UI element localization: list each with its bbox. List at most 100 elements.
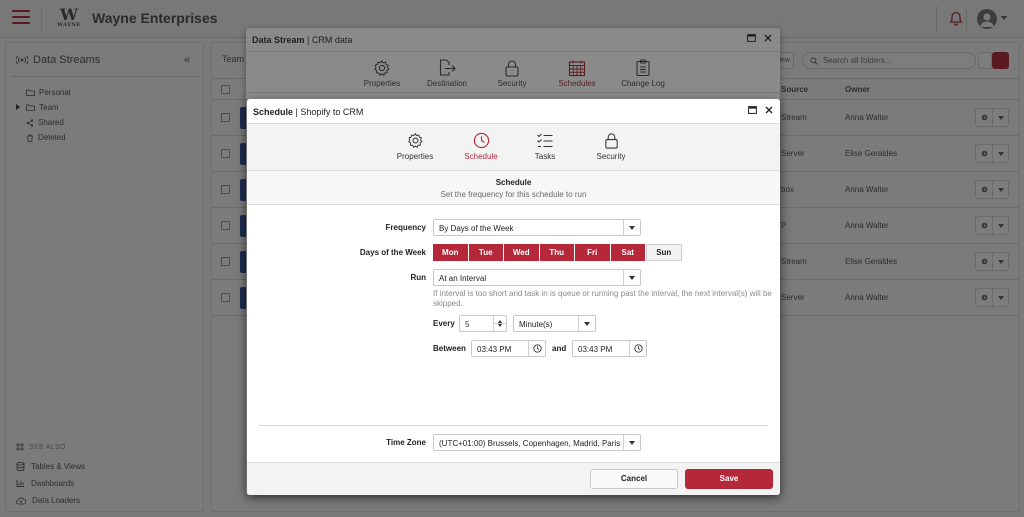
chevron-down-icon[interactable] [993, 109, 1008, 126]
interval-stepper[interactable]: 5 [459, 315, 507, 332]
interval-unit-select[interactable]: Minute(s) [513, 315, 596, 332]
folder-search-input[interactable]: Search all folders... [802, 52, 976, 69]
chevron-down-icon[interactable] [578, 316, 595, 331]
close-icon[interactable] [764, 34, 772, 42]
day-fri[interactable]: Fri [575, 244, 611, 261]
tab-label: Schedules [558, 79, 596, 88]
gear-icon[interactable] [976, 217, 993, 234]
chevron-down-icon[interactable] [623, 435, 640, 450]
stepper-arrows [493, 316, 506, 331]
tab-team[interactable]: Team [222, 54, 244, 64]
clock-icon[interactable] [629, 341, 646, 356]
tab-security[interactable]: Security [494, 59, 530, 88]
search-placeholder: Search all folders... [823, 56, 892, 65]
chevron-down-icon[interactable] [993, 253, 1008, 270]
row-checkbox[interactable] [221, 221, 230, 230]
row-owner: Anna Walter [845, 185, 889, 194]
run-label: Run [410, 273, 426, 282]
start-time-field[interactable]: 03:43 PM [471, 340, 546, 357]
gear-icon[interactable] [976, 289, 993, 306]
tab-security[interactable]: Security [593, 132, 629, 161]
run-select[interactable]: At an Interval [433, 269, 641, 286]
divider [11, 76, 198, 77]
tree-item-personal[interactable]: Personal [16, 85, 71, 100]
day-thu[interactable]: Thu [539, 244, 575, 261]
chevron-down-icon[interactable] [993, 181, 1008, 198]
increment-icon[interactable] [494, 316, 506, 323]
tab-schedules[interactable]: Schedules [556, 59, 598, 88]
link-dashboards[interactable]: Dashboards [16, 475, 85, 492]
link-data-loaders[interactable]: Data Loaders [16, 492, 85, 509]
maximize-icon[interactable] [747, 34, 756, 42]
clock-icon[interactable] [528, 341, 545, 356]
data-stream-tabs: Properties Destination Security Schedule… [246, 51, 780, 93]
column-owner[interactable]: Owner [845, 85, 870, 94]
select-all-checkbox[interactable] [221, 85, 230, 94]
row-checkbox[interactable] [221, 149, 230, 158]
expand-caret-icon[interactable] [16, 104, 20, 110]
chevron-down-icon[interactable] [993, 145, 1008, 162]
collapse-panel-icon[interactable]: « [184, 54, 190, 66]
tab-label: Schedule [464, 152, 498, 161]
tree-item-deleted[interactable]: Deleted [16, 130, 71, 145]
modal-title-bold: Schedule [253, 107, 294, 117]
schedule-modal: Schedule | Shopify to CRM Properties Sch… [247, 99, 780, 495]
gear-icon[interactable] [976, 109, 993, 126]
link-label: Tables & Views [31, 462, 86, 471]
tab-tasks[interactable]: Tasks [530, 132, 560, 161]
timezone-select[interactable]: (UTC+01:00) Brussels, Copenhagen, Madrid… [433, 434, 641, 451]
gear-icon[interactable] [976, 181, 993, 198]
notifications-bell-icon[interactable] [949, 11, 963, 26]
calendar-icon [568, 60, 586, 77]
section-subtitle: Set the frequency for this schedule to r… [440, 190, 587, 199]
row-actions[interactable] [975, 180, 1009, 199]
tree-item-shared[interactable]: Shared [16, 115, 71, 130]
row-checkbox[interactable] [221, 113, 230, 122]
chevron-down-icon[interactable] [1001, 16, 1007, 20]
day-wed[interactable]: Wed [504, 244, 540, 261]
row-actions[interactable] [975, 288, 1009, 307]
gear-icon[interactable] [976, 145, 993, 162]
row-checkbox[interactable] [221, 257, 230, 266]
tab-label: Change Log [621, 79, 665, 88]
chevron-down-icon[interactable] [623, 220, 640, 235]
tab-destination[interactable]: Destination [422, 59, 472, 88]
column-source[interactable]: Source [781, 85, 808, 94]
gear-icon[interactable] [976, 253, 993, 270]
hamburger-menu-icon[interactable] [12, 10, 30, 26]
chevron-down-icon[interactable] [993, 289, 1008, 306]
decrement-icon[interactable] [494, 323, 506, 330]
chevron-down-icon[interactable] [993, 217, 1008, 234]
day-tue[interactable]: Tue [468, 244, 504, 261]
row-source: Stream [781, 113, 807, 122]
every-label: Every [433, 319, 455, 328]
day-mon[interactable]: Mon [433, 244, 469, 261]
row-actions[interactable] [975, 108, 1009, 127]
day-sat[interactable]: Sat [610, 244, 646, 261]
link-tables-views[interactable]: Tables & Views [16, 458, 85, 475]
row-owner: Anna Walter [845, 293, 889, 302]
user-avatar[interactable] [977, 9, 997, 29]
chevron-down-icon[interactable] [623, 270, 640, 285]
tree-item-team[interactable]: Team [16, 100, 71, 115]
save-button[interactable]: Save [685, 469, 773, 489]
row-checkbox[interactable] [221, 293, 230, 302]
tab-properties[interactable]: Properties [361, 59, 403, 88]
close-icon[interactable] [765, 106, 773, 114]
row-actions[interactable] [975, 216, 1009, 235]
day-sun[interactable]: Sun [646, 244, 682, 261]
row-actions[interactable] [975, 252, 1009, 271]
tab-change-log[interactable]: Change Log [620, 59, 666, 88]
folder-filter-button[interactable] [992, 52, 1009, 69]
tab-schedule[interactable]: Schedule [461, 132, 501, 161]
row-actions[interactable] [975, 144, 1009, 163]
maximize-icon[interactable] [748, 106, 757, 114]
row-checkbox[interactable] [221, 185, 230, 194]
end-time-field[interactable]: 03:43 PM [572, 340, 647, 357]
tab-properties[interactable]: Properties [394, 132, 436, 161]
frequency-select[interactable]: By Days of the Week [433, 219, 641, 236]
clock-icon [473, 132, 489, 149]
folder-icon [26, 104, 35, 111]
folder-button[interactable] [978, 52, 992, 69]
cancel-button[interactable]: Cancel [590, 469, 678, 489]
